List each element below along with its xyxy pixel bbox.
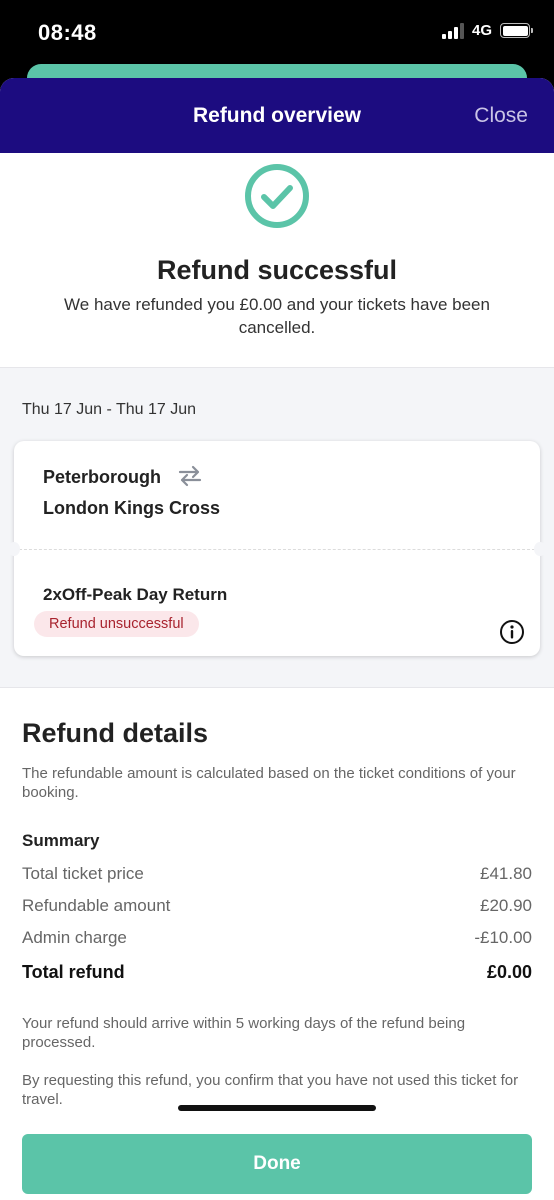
success-title: Refund successful <box>156 255 398 285</box>
summary-label: Summary <box>22 831 100 850</box>
signal-icon <box>441 22 464 39</box>
status-bar: 08:48 4G <box>0 0 554 70</box>
card-divider <box>14 549 540 550</box>
journey-section: Thu 17 Jun - Thu 17 Jun Peterborough Lon… <box>0 368 554 688</box>
page-title: Refund overview <box>192 104 362 127</box>
summary-row-total-price: Total ticket price £41.80 <box>22 864 532 883</box>
network-type: 4G <box>471 22 492 39</box>
battery-icon <box>500 23 533 38</box>
info-icon[interactable] <box>499 619 525 645</box>
refund-overview-sheet: Refund overview Close Refund successful … <box>0 78 554 1200</box>
success-message: We have refunded you £0.00 and your tick… <box>64 295 490 337</box>
origin-station: Peterborough <box>43 467 162 487</box>
summary-row-admin-charge: Admin charge -£10.00 <box>22 928 532 947</box>
home-indicator <box>178 1105 376 1111</box>
journey-date: Thu 17 Jun - Thu 17 Jun <box>22 401 197 418</box>
status-indicators: 4G <box>441 22 533 39</box>
check-circle-icon <box>245 164 309 228</box>
refund-details: Refund details The refundable amount is … <box>0 688 554 1200</box>
summary-row-refundable: Refundable amount £20.90 <box>22 896 532 915</box>
details-subtitle: The refundable amount is calculated base… <box>22 765 516 801</box>
swap-arrows-icon <box>178 465 202 487</box>
done-button[interactable]: Done <box>22 1134 532 1194</box>
destination-station: London Kings Cross <box>43 498 220 518</box>
refund-arrival-note: Your refund should arrive within 5 worki… <box>22 1015 466 1051</box>
status-time: 08:48 <box>38 20 97 45</box>
close-button[interactable]: Close <box>474 104 528 128</box>
section-title: Refund details <box>22 718 209 748</box>
journey-card: Peterborough London Kings Cross 2xOff-Pe… <box>8 441 546 656</box>
status-badge: Refund unsuccessful <box>34 611 199 637</box>
summary-row-total-refund: Total refund £0.00 <box>22 962 532 982</box>
header: Refund overview Close <box>0 78 554 153</box>
success-panel: Refund successful We have refunded you £… <box>0 153 554 368</box>
refund-confirm-note: By requesting this refund, you confirm t… <box>22 1072 519 1108</box>
ticket-type: 2xOff-Peak Day Return <box>43 585 228 604</box>
